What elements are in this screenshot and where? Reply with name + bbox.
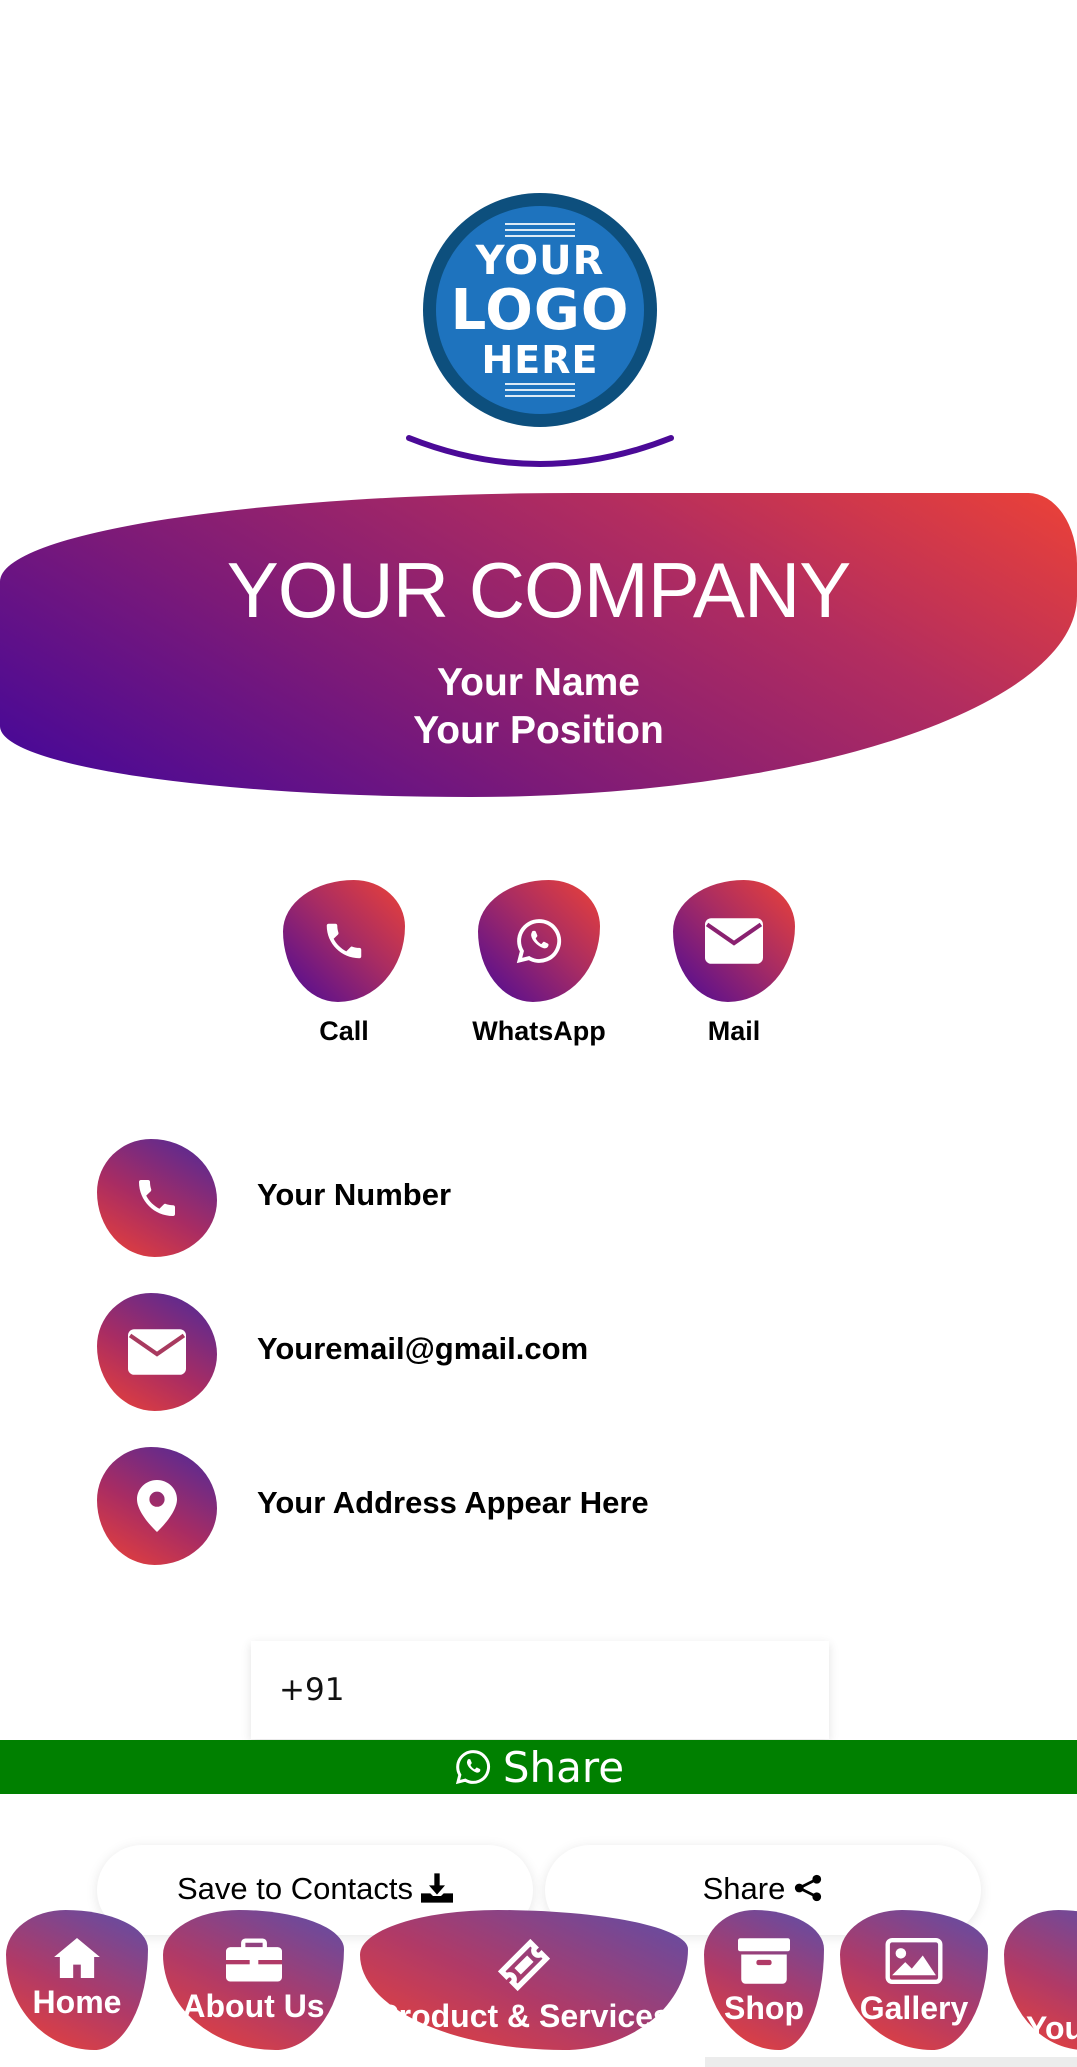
logo-line-3: HERE: [481, 338, 599, 382]
contact-phone-badge: [97, 1139, 217, 1257]
contact-address-badge: [97, 1447, 217, 1565]
envelope-icon: [705, 918, 763, 964]
contact-email-badge: [97, 1293, 217, 1411]
ticket-icon: [497, 1938, 551, 1992]
share-icon: [795, 1874, 822, 1902]
nav-gallery[interactable]: Gallery: [840, 1910, 988, 2050]
nav-shop[interactable]: Shop: [704, 1910, 824, 2050]
mail-button[interactable]: [673, 880, 795, 1002]
whatsapp-phone-input[interactable]: [251, 1641, 829, 1739]
nav-gallery-label: Gallery: [859, 1990, 969, 2026]
bottom-nav: Home About Us Product & Services Shop Ga…: [0, 1905, 1077, 2067]
nav-product-services[interactable]: Product & Services: [360, 1910, 688, 2050]
logo-badge: YOUR LOGO HERE: [436, 206, 644, 414]
logo-top-lines: [505, 223, 575, 237]
company-banner: YOUR COMPANY Your Name Your Position: [0, 493, 1077, 797]
mail-action[interactable]: Mail: [644, 880, 824, 1047]
call-label: Call: [319, 1016, 369, 1046]
whatsapp-action[interactable]: WhatsApp: [449, 880, 629, 1047]
call-button[interactable]: [283, 880, 405, 1002]
contact-email-row[interactable]: Youremail@gmail.com: [97, 1293, 997, 1413]
download-icon: [421, 1873, 454, 1903]
company-name: YOUR COMPANY: [226, 546, 852, 634]
nav-product-services-label: Product & Services: [377, 1998, 671, 2034]
image-icon: [885, 1938, 943, 1984]
phone-icon: [326, 923, 362, 959]
map-pin-icon: [137, 1480, 177, 1532]
nav-about-us[interactable]: About Us: [163, 1910, 344, 2050]
contact-address-row[interactable]: Your Address Appear Here: [97, 1447, 997, 1567]
call-action[interactable]: Call: [254, 880, 434, 1047]
person-position: Your Position: [413, 709, 664, 752]
whatsapp-label: WhatsApp: [472, 1016, 606, 1046]
archive-box-icon: [738, 1938, 790, 1984]
nav-scroll-indicator: [705, 2057, 1077, 2067]
person-name: Your Name: [437, 661, 640, 704]
nav-home[interactable]: Home: [6, 1910, 148, 2050]
nav-home-label: Home: [32, 1984, 122, 2020]
logo-line-2: LOGO: [450, 278, 630, 343]
whatsapp-icon: [455, 1750, 490, 1785]
company-logo: YOUR LOGO HERE: [423, 193, 657, 427]
contact-email-text: Youremail@gmail.com: [257, 1331, 589, 1366]
share-bar-label: Share: [502, 1742, 625, 1792]
nav-shop-label: Shop: [724, 1990, 804, 2026]
mail-label: Mail: [707, 1016, 761, 1046]
contact-number-text: Your Number: [257, 1177, 452, 1212]
logo-outer-ring: YOUR LOGO HERE: [423, 193, 657, 427]
logo-underline-arc: [406, 435, 674, 467]
whatsapp-icon: [516, 919, 562, 964]
whatsapp-share-button[interactable]: Share: [0, 1740, 1077, 1794]
save-to-contacts-label: Save to Contacts: [176, 1871, 414, 1906]
home-icon: [54, 1938, 100, 1978]
whatsapp-button[interactable]: [478, 880, 600, 1002]
nav-more[interactable]: You: [1004, 1910, 1077, 2050]
logo-bottom-lines: [505, 383, 575, 397]
nav-more-label: You: [1026, 2010, 1077, 2046]
briefcase-icon: [225, 1938, 282, 1982]
contact-number-row[interactable]: Your Number: [97, 1139, 997, 1259]
envelope-icon: [128, 1329, 186, 1375]
phone-icon: [139, 1180, 175, 1216]
nav-about-us-label: About Us: [182, 1988, 325, 2024]
contact-address-text: Your Address Appear Here: [257, 1485, 649, 1520]
logo-line-1: YOUR: [475, 238, 605, 284]
share-label: Share: [702, 1871, 786, 1906]
